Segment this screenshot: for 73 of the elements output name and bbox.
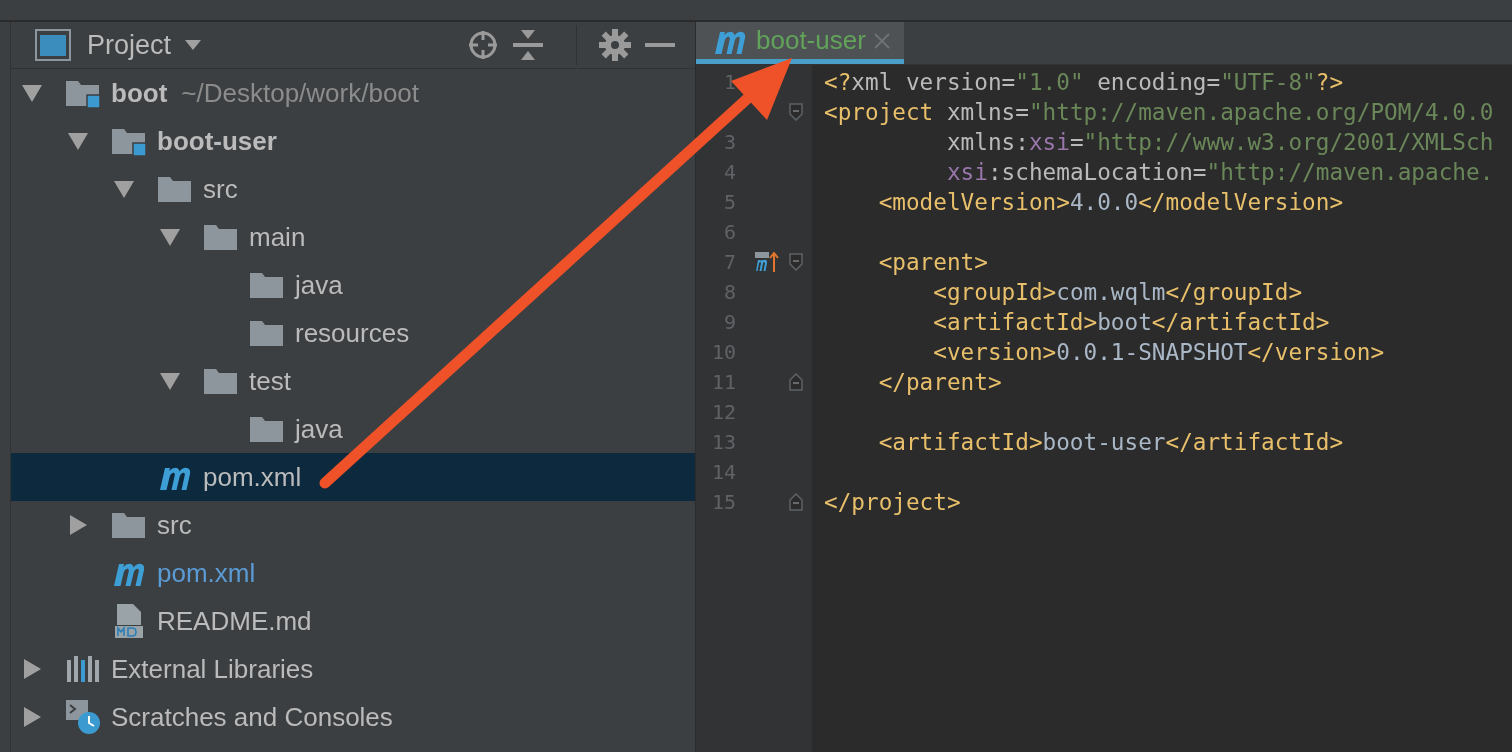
expanded-arrow-icon[interactable]	[159, 370, 181, 392]
console-clock-icon	[65, 699, 101, 735]
tree-item[interactable]: resources	[11, 309, 695, 357]
tab-label: boot-user	[756, 25, 866, 56]
tree-item-label: main	[249, 221, 306, 253]
folder-icon	[203, 366, 239, 396]
settings-icon[interactable]	[599, 29, 631, 61]
collapsed-arrow-icon[interactable]	[21, 706, 43, 728]
code-line: <artifactId>boot</artifactId>	[932, 309, 1330, 335]
tree-item-label: pom.xml	[203, 461, 302, 493]
tree-item-label: boot-user	[157, 125, 277, 157]
tree-item[interactable]: pom.xml	[11, 453, 695, 501]
expanded-arrow-icon[interactable]	[21, 82, 43, 104]
collapse-all-icon[interactable]	[512, 30, 544, 60]
tree-item-label: src	[157, 509, 192, 541]
folder-icon	[249, 414, 285, 444]
panel-title[interactable]: Project	[87, 29, 172, 61]
tree-item-label: boot	[111, 77, 168, 109]
tree-item-label: java	[295, 269, 343, 301]
tree-item[interactable]: java	[11, 261, 695, 309]
code-line: <project xmlns="http://maven.apache.org/POM/4.0.0	[824, 99, 1494, 125]
tree-item[interactable]: pom.xml	[11, 549, 695, 597]
module-folder-icon	[111, 126, 147, 156]
tree-item[interactable]: main	[11, 213, 695, 261]
tree-item-label: README.md	[157, 605, 312, 637]
folder-icon	[203, 222, 239, 252]
tree-item[interactable]: README.md	[11, 597, 695, 645]
tree-item[interactable]: External Libraries	[11, 645, 695, 693]
overrides-parent-marker-icon[interactable]	[754, 251, 780, 273]
expanded-arrow-icon[interactable]	[159, 226, 181, 248]
collapsed-arrow-icon[interactable]	[67, 514, 89, 536]
code-line: xmlns:xsi="http://www.w3.org/2001/XMLSch	[945, 129, 1494, 155]
code-line: </parent>	[877, 369, 1002, 395]
tree-item[interactable]: test	[11, 357, 695, 405]
tree-item-label: pom.xml	[157, 557, 256, 589]
folder-icon	[249, 270, 285, 300]
code-line: <parent>	[877, 249, 988, 275]
tree-item[interactable]: boot-user	[11, 117, 695, 165]
module-folder-icon	[65, 78, 101, 108]
tree-item[interactable]: Scratches and Consoles	[11, 693, 695, 741]
tree-item[interactable]: src	[11, 501, 695, 549]
fold-start-icon[interactable]	[789, 103, 803, 121]
code-line: <?xml version="1.0" encoding="UTF-8"?>	[824, 69, 1344, 95]
tree-item-label: External Libraries	[111, 653, 314, 685]
tree-item-label: java	[295, 413, 343, 445]
tree-item-label: resources	[295, 317, 410, 349]
library-bars-icon	[65, 654, 101, 684]
expanded-arrow-icon[interactable]	[113, 178, 135, 200]
tree-item[interactable]: boot ~/Desktop/work/boot	[11, 69, 695, 117]
project-window-icon	[35, 29, 71, 61]
code-line: <version>0.0.1-SNAPSHOT</version>	[932, 339, 1385, 365]
tree-item-label: src	[203, 173, 238, 205]
code-line: <groupId>com.wqlm</groupId>	[932, 279, 1303, 305]
tree-item-label: Scratches and Consoles	[111, 701, 393, 733]
code-line: xsi:schemaLocation="http://maven.apache.	[945, 159, 1494, 185]
fold-start-icon[interactable]	[789, 253, 803, 271]
code-line: </project>	[824, 489, 961, 515]
collapsed-arrow-icon[interactable]	[21, 658, 43, 680]
locate-target-icon[interactable]	[468, 30, 498, 60]
tree-item[interactable]: src	[11, 165, 695, 213]
expanded-arrow-icon[interactable]	[67, 130, 89, 152]
dropdown-caret-icon[interactable]	[185, 40, 202, 50]
code-line: <modelVersion>4.0.0</modelVersion>	[877, 189, 1344, 215]
folder-icon	[249, 318, 285, 348]
folder-icon	[157, 174, 193, 204]
tree-item-path: ~/Desktop/work/boot	[181, 77, 420, 109]
fold-end-icon[interactable]	[789, 373, 803, 391]
fold-end-icon[interactable]	[789, 493, 803, 511]
folder-icon	[111, 510, 147, 540]
tree-item[interactable]: java	[11, 405, 695, 453]
code-line: <artifactId>boot-user</artifactId>	[877, 429, 1344, 455]
tree-item-label: test	[249, 365, 291, 397]
minimize-icon[interactable]	[645, 42, 675, 48]
